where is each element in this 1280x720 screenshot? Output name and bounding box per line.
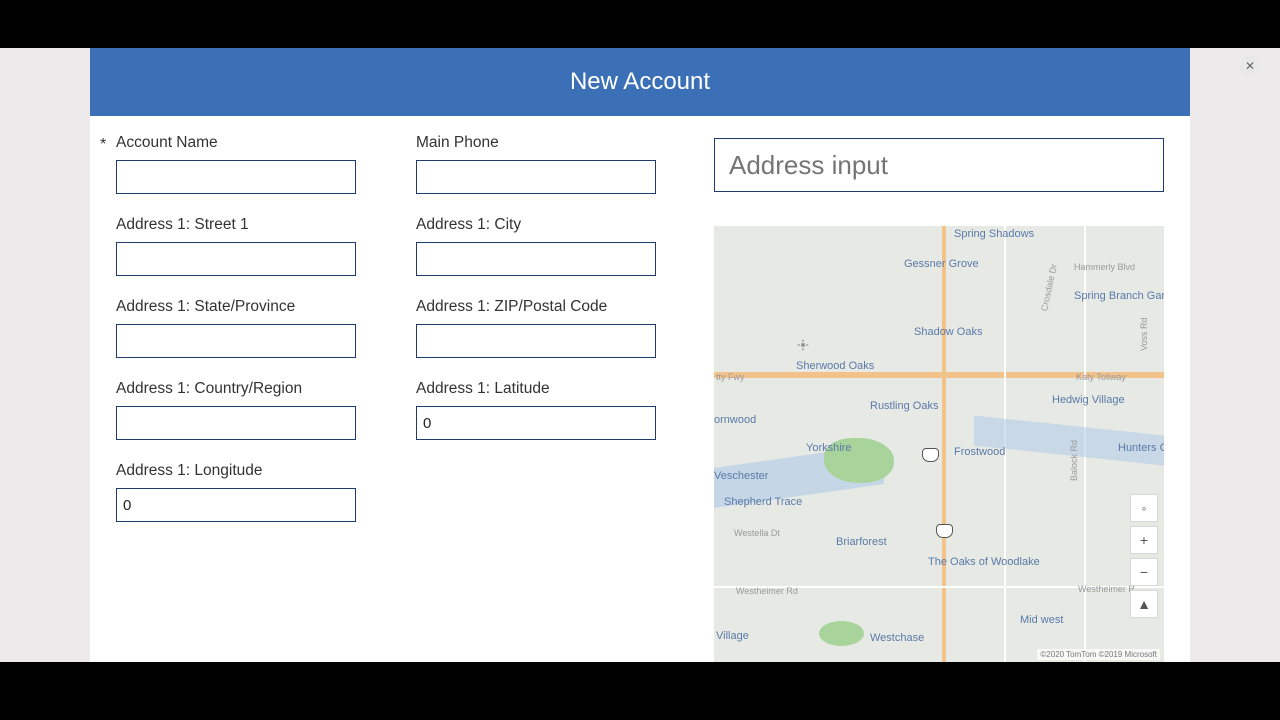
input-longitude[interactable] [116, 488, 356, 522]
form-grid: Account Name Main Phone Address 1: Stree… [96, 134, 696, 662]
field-state: Address 1: State/Province [96, 298, 386, 358]
map-road-label: Westheimer Rd [736, 586, 798, 596]
modal-body: Account Name Main Phone Address 1: Stree… [90, 116, 1190, 662]
map-locate-button[interactable]: ◦ [1130, 494, 1158, 522]
map-place-label: ornwood [714, 414, 756, 426]
map-place-label: Shepherd Trace [724, 496, 802, 508]
map-road-label: Hammerly Blvd [1074, 262, 1135, 272]
map-zoom-out-button[interactable]: − [1130, 558, 1158, 586]
field-street1: Address 1: Street 1 [96, 216, 386, 276]
field-latitude: Address 1: Latitude [396, 380, 686, 440]
map-place-label: Hedwig Village [1052, 394, 1125, 406]
map-road-label: Katy Tollway [1076, 372, 1126, 382]
map-canvas[interactable]: Spring Shadows Gessner Grove Spring Bran… [714, 226, 1164, 662]
map-road-label: Westella Dt [734, 528, 780, 538]
map-place-label: The Oaks of Woodlake [928, 556, 1040, 568]
label-zip: Address 1: ZIP/Postal Code [416, 298, 686, 316]
label-street1: Address 1: Street 1 [116, 216, 386, 234]
new-account-modal: New Account Account Name Main Phone Addr… [90, 48, 1190, 662]
close-button[interactable]: ✕ [1240, 56, 1260, 76]
map-place-label: Westchase [870, 632, 924, 644]
input-main-phone[interactable] [416, 160, 656, 194]
route-shield-icon [922, 448, 939, 462]
field-city: Address 1: City [396, 216, 686, 276]
address-search-input[interactable] [714, 138, 1164, 192]
locate-icon: ◦ [1142, 500, 1147, 516]
map-park [819, 621, 864, 646]
right-pane: Spring Shadows Gessner Grove Spring Bran… [696, 134, 1184, 662]
map-attribution: ©2020 TomTom ©2019 Microsoft [1037, 649, 1160, 660]
label-country: Address 1: Country/Region [116, 380, 386, 398]
map-road-label: Balock Rd [1069, 440, 1079, 481]
map-road-label: Voss Rd [1139, 317, 1149, 351]
map-place-label: Hunters Creek Villa [1118, 442, 1164, 454]
label-city: Address 1: City [416, 216, 686, 234]
field-country: Address 1: Country/Region [96, 380, 386, 440]
plus-icon: + [1140, 532, 1148, 548]
map-place-label: Spring Shadows [954, 228, 1034, 240]
input-city[interactable] [416, 242, 656, 276]
input-latitude[interactable] [416, 406, 656, 440]
input-country[interactable] [116, 406, 356, 440]
modal-header: New Account [90, 48, 1190, 116]
map-highway [942, 226, 946, 662]
label-longitude: Address 1: Longitude [116, 462, 386, 480]
map-place-label: Gessner Grove [904, 258, 979, 270]
map-place-label: Veschester [714, 470, 768, 482]
letterbox-bottom [0, 662, 1280, 720]
triangle-icon: ▲ [1137, 596, 1151, 612]
field-account-name: Account Name [96, 134, 386, 194]
input-street1[interactable] [116, 242, 356, 276]
label-state: Address 1: State/Province [116, 298, 386, 316]
map-place-label: Sherwood Oaks [796, 360, 874, 372]
map-place-label: Rustling Oaks [870, 400, 938, 412]
map-tilt-button[interactable]: ▲ [1130, 590, 1158, 618]
field-main-phone: Main Phone [396, 134, 686, 194]
minus-icon: − [1140, 564, 1148, 580]
route-shield-icon [936, 524, 953, 538]
input-state[interactable] [116, 324, 356, 358]
map-place-label: Frostwood [954, 446, 1005, 458]
modal-title: New Account [570, 68, 710, 96]
label-account-name: Account Name [116, 134, 386, 152]
field-longitude: Address 1: Longitude [96, 462, 386, 522]
close-icon: ✕ [1245, 59, 1255, 73]
map-place-label: Yorkshire [806, 442, 851, 454]
map-place-label: Spring Branch Gardens [1074, 290, 1164, 302]
label-main-phone: Main Phone [416, 134, 686, 152]
field-zip: Address 1: ZIP/Postal Code [396, 298, 686, 358]
map-place-label: Shadow Oaks [914, 326, 982, 338]
grab-cursor-icon [796, 338, 810, 352]
map-road-label: Westheimer R [1078, 584, 1135, 594]
map-place-label: Mid west [1020, 614, 1063, 626]
map-place-label: Briarforest [836, 536, 887, 548]
map-road-label: Crosdale Dr [1039, 263, 1059, 312]
map-place-label: Village [716, 630, 749, 642]
input-account-name[interactable] [116, 160, 356, 194]
map-road-label: tty Fwy [716, 372, 745, 382]
input-zip[interactable] [416, 324, 656, 358]
map-zoom-in-button[interactable]: + [1130, 526, 1158, 554]
label-latitude: Address 1: Latitude [416, 380, 686, 398]
letterbox-top [0, 0, 1280, 48]
